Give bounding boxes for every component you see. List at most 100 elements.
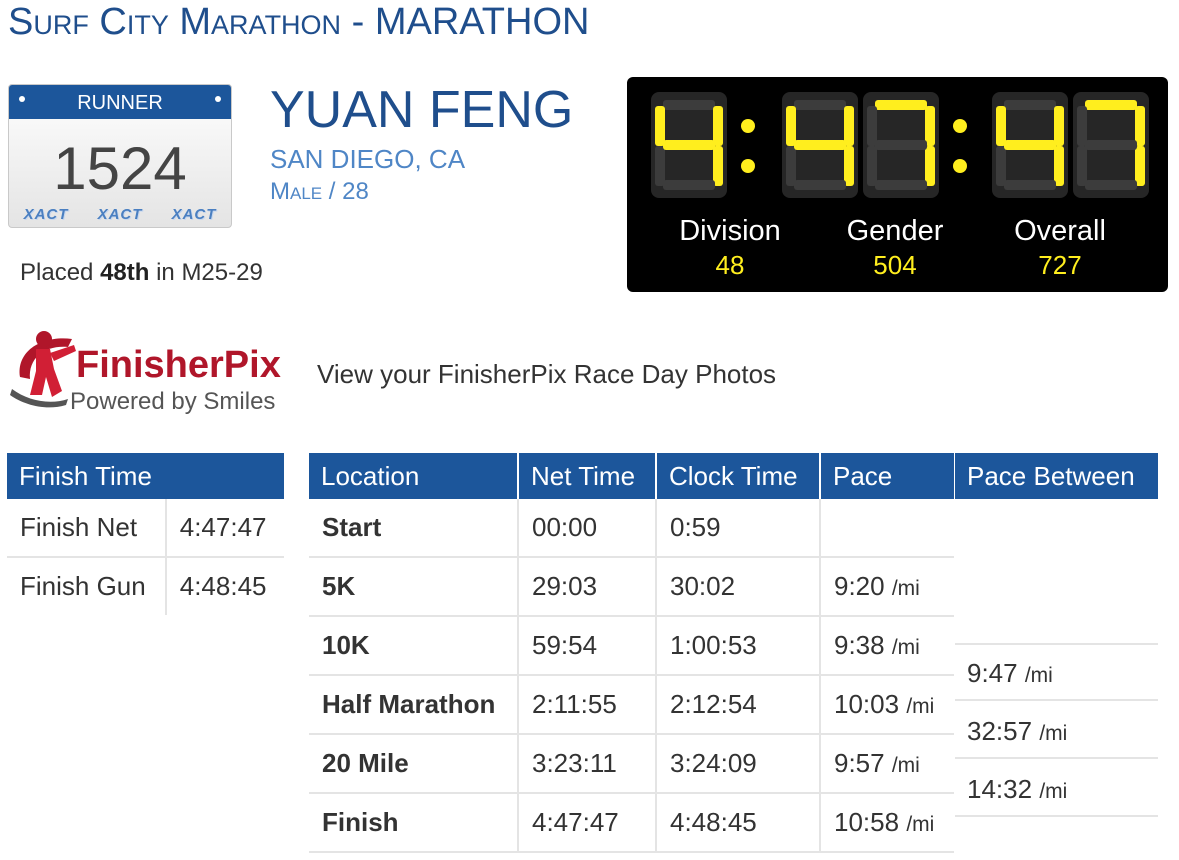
- pace-between-value: 9:47: [967, 658, 1018, 688]
- digit-segment: [844, 146, 854, 186]
- splits-table: Location Net Time Clock Time Pace Start …: [309, 453, 954, 853]
- event-name: Surf City Marathon: [8, 1, 342, 43]
- digit-segment: [844, 106, 854, 146]
- scoreboard-digit: [992, 92, 1068, 198]
- runner-gender-age: Male / 28: [270, 178, 369, 206]
- col-header-pace: Pace: [820, 453, 954, 499]
- split-clock-time: 30:02: [656, 557, 821, 617]
- digit-segment: [794, 180, 846, 190]
- logo-wordmark: FinisherPix: [76, 344, 281, 386]
- bib-sponsor-logos: XACT XACT XACT: [9, 201, 231, 227]
- split-pace: 9:38 /mi: [820, 616, 954, 676]
- finish-time-scoreboard: Division 48 Gender 504 Overall 727: [627, 77, 1168, 292]
- table-row: 10K 59:54 1:00:53 9:38 /mi: [309, 616, 954, 676]
- digit-segment: [1135, 146, 1145, 186]
- split-clock-time: 3:24:09: [656, 734, 821, 794]
- split-location: 20 Mile: [309, 734, 519, 794]
- pace-value: 9:57: [834, 748, 885, 778]
- pace-value: 9:38: [834, 630, 885, 660]
- digit-segment: [996, 146, 1006, 186]
- digit-segment: [663, 140, 715, 150]
- col-header-location: Location: [309, 453, 519, 499]
- split-pace: 9:57 /mi: [820, 734, 954, 794]
- sponsor-logo: XACT: [23, 205, 69, 223]
- finish-time-header-row: Finish Time: [7, 453, 284, 499]
- runner-figure-icon: [10, 331, 76, 408]
- split-net-time: 59:54: [518, 616, 657, 676]
- gender-age-separator: /: [322, 178, 343, 205]
- pace-unit: /mi: [1024, 664, 1053, 687]
- split-net-time: 2:11:55: [518, 675, 657, 735]
- placement-prefix: Placed: [20, 259, 101, 286]
- split-pace: [820, 499, 954, 558]
- split-clock-time: 2:12:54: [656, 675, 821, 735]
- digit-segment: [925, 106, 935, 146]
- digit-segment: [1135, 106, 1145, 146]
- digit-segment: [663, 180, 715, 190]
- race-name: MARATHON: [374, 1, 590, 43]
- pace-value: 10:03: [834, 689, 900, 719]
- sponsor-logo: XACT: [171, 205, 217, 223]
- split-net-time: 4:47:47: [518, 793, 657, 853]
- digit-segment: [1054, 106, 1064, 146]
- colon-dot: [741, 119, 755, 133]
- pace-unit: /mi: [906, 695, 935, 718]
- digit-segment: [713, 146, 723, 186]
- pace-unit: /mi: [1039, 780, 1068, 803]
- digit-segment: [655, 146, 665, 186]
- digit-segment: [867, 146, 877, 186]
- pace-value: 10:58: [834, 807, 900, 837]
- split-clock-time: 4:48:45: [656, 793, 821, 853]
- table-row: Finish Net 4:47:47: [7, 499, 284, 558]
- pace-unit: /mi: [891, 754, 920, 777]
- division-value: 48: [715, 250, 745, 280]
- col-header-clock-time: Clock Time: [656, 453, 821, 499]
- colon-dot: [741, 159, 755, 173]
- split-clock-time: 1:00:53: [656, 616, 821, 676]
- finisherpix-photos-link[interactable]: View your FinisherPix Race Day Photos: [317, 359, 776, 389]
- split-location: 5K: [309, 557, 519, 617]
- digit-segment: [1085, 100, 1137, 110]
- bib-hole-left: [19, 96, 25, 102]
- table-row: Half Marathon 2:11:55 2:12:54 10:03 /mi: [309, 675, 954, 735]
- finish-gun-value: 4:48:45: [179, 571, 267, 601]
- digit-segment: [1054, 146, 1064, 186]
- runner-name: YUAN FENG: [270, 81, 574, 139]
- bib-hole-right: [215, 96, 221, 102]
- placement-division: M25-29: [181, 259, 263, 286]
- col-header-net-time: Net Time: [518, 453, 657, 499]
- colon-dot: [953, 159, 967, 173]
- colon-dot: [953, 119, 967, 133]
- finish-net-value: 4:47:47: [165, 499, 284, 558]
- digit-segment: [713, 106, 723, 146]
- pace-between-cell: 9:47 /mi: [955, 645, 1158, 701]
- logo-tagline: Powered by Smiles: [70, 388, 275, 415]
- bib-header: RUNNER: [9, 85, 231, 119]
- finisherpix-logo[interactable]: FinisherPix Powered by Smiles: [6, 325, 310, 415]
- split-location: Half Marathon: [309, 675, 519, 735]
- placement-text: Placed 48th in M25-29: [20, 258, 263, 288]
- split-net-time: 3:23:11: [518, 734, 657, 794]
- overall-label: Overall: [1014, 215, 1106, 247]
- bib-header-label: RUNNER: [77, 92, 163, 114]
- pace-between-value: 14:32: [967, 774, 1033, 804]
- split-pace: 10:03 /mi: [820, 675, 954, 735]
- pace-unit: /mi: [906, 813, 935, 836]
- scoreboard-digit: [1073, 92, 1149, 198]
- table-row: Start 00:00 0:59: [309, 499, 954, 558]
- pace-value: 9:20: [834, 571, 885, 601]
- digit-segment: [663, 100, 715, 110]
- digit-segment: [1004, 100, 1056, 110]
- digit-segment: [1004, 140, 1056, 150]
- pace-unit: /mi: [891, 636, 920, 659]
- pace-unit: /mi: [1039, 722, 1068, 745]
- bib-number: 1524: [53, 135, 187, 202]
- digit-segment: [794, 100, 846, 110]
- runner-gender: Male: [270, 178, 323, 205]
- scoreboard-digit: [863, 92, 939, 198]
- placement-middle: in: [149, 259, 182, 286]
- split-pace: 9:20 /mi: [820, 557, 954, 617]
- runner-city: SAN DIEGO, CA: [270, 144, 466, 174]
- split-net-time: 00:00: [518, 499, 657, 558]
- placement-rank: 48th: [100, 259, 150, 286]
